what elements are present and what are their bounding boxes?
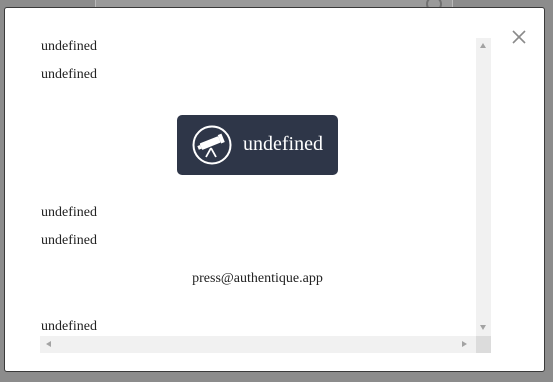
vertical-scrollbar[interactable] [476,38,491,336]
brand-label: undefined [243,133,323,155]
modal-dialog: undefined undefined undefined undefined … [4,7,545,372]
close-button[interactable] [508,26,530,48]
close-icon [512,30,526,44]
scroll-left-arrow-icon[interactable] [46,341,51,347]
scroll-down-arrow-icon[interactable] [480,325,486,330]
horizontal-scrollbar[interactable] [40,336,476,353]
modal-scroll-area[interactable]: undefined undefined undefined undefined … [40,38,491,354]
press-email[interactable]: press@authentique.app [40,271,475,287]
content-line-2: undefined [41,67,97,82]
content-line-4: undefined [41,233,97,248]
telescope-icon [192,125,232,165]
scroll-right-arrow-icon[interactable] [462,341,467,347]
content-line-1: undefined [41,39,97,54]
brand-badge: undefined [177,115,338,175]
content-line-5: undefined [41,319,97,334]
scrollbar-corner [476,336,491,353]
scroll-up-arrow-icon[interactable] [480,43,486,48]
content-line-3: undefined [41,205,97,220]
modal-content: undefined undefined undefined undefined … [40,38,475,336]
